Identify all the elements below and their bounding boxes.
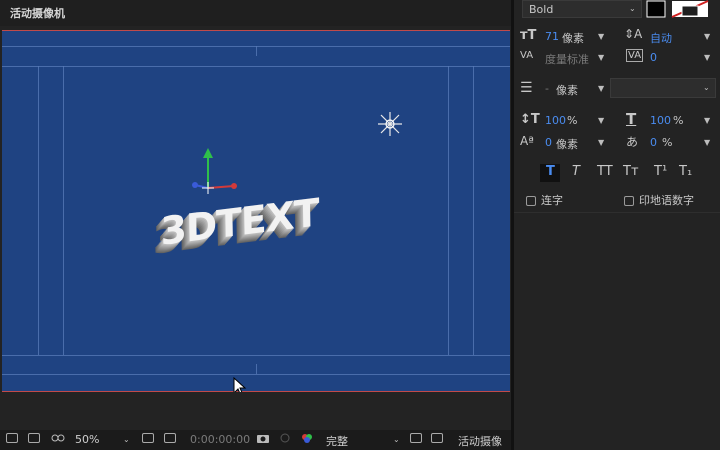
- guide-line: [448, 66, 449, 355]
- zoom-dropdown-chevron-icon[interactable]: ⌄: [123, 435, 130, 444]
- vertical-scale-icon: ↕T: [520, 112, 540, 127]
- 3d-view-icon[interactable]: [431, 433, 443, 443]
- vertical-scale-dropdown-icon[interactable]: ▼: [598, 116, 604, 125]
- horizontal-scale-unit: %: [673, 114, 684, 127]
- kerning-icon: VA: [520, 50, 534, 61]
- kerning-value[interactable]: 度量标准: [545, 51, 589, 67]
- tsume-unit: %: [662, 136, 673, 149]
- resolution-value[interactable]: 完整: [326, 433, 348, 449]
- monitor-icon[interactable]: [28, 433, 40, 443]
- vertical-scale-value[interactable]: 100: [545, 114, 566, 127]
- tracking-icon: VA: [626, 49, 644, 62]
- leading-icon: ⇕A: [624, 27, 643, 41]
- hindi-digits-label: 印地语数字: [639, 194, 694, 207]
- resolution-dropdown-chevron-icon[interactable]: ⌄: [393, 435, 400, 444]
- small-caps-button[interactable]: Tт: [623, 164, 639, 179]
- faux-italic-button[interactable]: T: [572, 164, 580, 179]
- guide-line: [38, 66, 39, 355]
- guide-line: [2, 66, 510, 67]
- hindi-digits-checkbox[interactable]: 印地语数字: [624, 192, 694, 208]
- comp-top-edge: [2, 30, 510, 31]
- tsume-value[interactable]: 0: [650, 136, 657, 149]
- tracking-value[interactable]: 0: [650, 51, 657, 64]
- show-snapshot-icon[interactable]: [278, 432, 292, 447]
- viewer-toolbar: 50% ⌄ 0:00:00:00 完整 ⌄ 活动摄像: [0, 430, 512, 450]
- baseline-shift-dropdown-icon[interactable]: ▼: [598, 138, 604, 147]
- font-size-dropdown-icon[interactable]: ▼: [598, 32, 604, 41]
- all-caps-button[interactable]: TT: [597, 164, 613, 179]
- panel-separator: [514, 212, 720, 213]
- tsume-icon: あ: [626, 135, 639, 149]
- ligatures-label: 连字: [541, 194, 563, 207]
- chevron-down-icon: ⌄: [629, 4, 636, 13]
- character-panel: Bold ⌄ ᴛT 71 像素 ▼ ⇕A 自动 ▼ VA 度量标准 ▼ VA 0…: [514, 0, 720, 450]
- viewer-title: 活动摄像机: [10, 7, 65, 20]
- superscript-button[interactable]: T¹: [654, 164, 667, 179]
- font-size-value[interactable]: 71: [545, 30, 559, 43]
- font-style-value: Bold: [529, 3, 554, 16]
- font-size-icon: ᴛT: [520, 28, 537, 43]
- fast-previews-icon[interactable]: [410, 433, 422, 443]
- camera-view-dropdown[interactable]: 活动摄像: [458, 433, 502, 449]
- axis-gizmo[interactable]: [182, 148, 252, 208]
- baseline-shift-icon: Aª: [520, 134, 534, 148]
- stroke-width-icon: ☰: [520, 80, 533, 96]
- snapshot-camera-icon[interactable]: [256, 432, 270, 447]
- leading-dropdown-icon[interactable]: ▼: [704, 32, 710, 41]
- tsume-dropdown-icon[interactable]: ▼: [704, 138, 710, 147]
- leading-value[interactable]: 自动: [650, 30, 672, 46]
- subscript-button[interactable]: T₁: [679, 164, 692, 179]
- baseline-shift-unit: 像素: [556, 138, 578, 151]
- mask-icon[interactable]: [50, 432, 66, 447]
- zoom-value[interactable]: 50%: [75, 433, 99, 446]
- center-tick: [256, 46, 257, 56]
- composition-viewer: 活动摄像机 3DTEXT 50% ⌄ 0:00:00:00 完整 ⌄ 活动摄像: [0, 0, 512, 450]
- ligatures-checkbox[interactable]: 连字: [526, 192, 563, 208]
- comp-bottom-edge: [2, 391, 510, 392]
- kerning-dropdown-icon[interactable]: ▼: [598, 53, 604, 62]
- guide-line: [473, 66, 474, 355]
- region-of-interest-icon[interactable]: [142, 433, 154, 443]
- center-tick: [256, 364, 257, 374]
- timecode[interactable]: 0:00:00:00: [190, 433, 250, 446]
- guide-line: [2, 355, 510, 356]
- font-style-dropdown[interactable]: Bold ⌄: [522, 0, 642, 18]
- composition-canvas[interactable]: 3DTEXT: [2, 30, 510, 392]
- guide-line: [63, 66, 64, 355]
- font-size-unit: 像素: [562, 32, 584, 45]
- light-icon[interactable]: [376, 110, 404, 138]
- faux-bold-button[interactable]: T: [546, 164, 555, 179]
- vertical-scale-unit: %: [567, 114, 578, 127]
- baseline-shift-value[interactable]: 0: [545, 136, 552, 149]
- stroke-width-unit: 像素: [556, 84, 578, 97]
- horizontal-scale-value[interactable]: 100: [650, 114, 671, 127]
- color-channels-icon[interactable]: [300, 432, 314, 447]
- chevron-down-icon: ⌄: [703, 83, 710, 92]
- fill-stroke-swatches[interactable]: [646, 0, 716, 20]
- stroke-width-dropdown-icon[interactable]: ▼: [598, 84, 604, 93]
- stroke-width-value[interactable]: -: [545, 82, 549, 95]
- mouse-cursor-icon: [233, 377, 247, 392]
- transparency-grid-icon[interactable]: [164, 433, 176, 443]
- tracking-dropdown-icon[interactable]: ▼: [704, 53, 710, 62]
- viewer-header: 活动摄像机: [0, 0, 512, 26]
- horizontal-scale-dropdown-icon[interactable]: ▼: [704, 116, 710, 125]
- guide-line: [2, 374, 510, 375]
- stroke-style-dropdown[interactable]: ⌄: [610, 78, 716, 98]
- always-preview-icon[interactable]: [6, 433, 18, 443]
- horizontal-scale-icon: T: [626, 110, 637, 128]
